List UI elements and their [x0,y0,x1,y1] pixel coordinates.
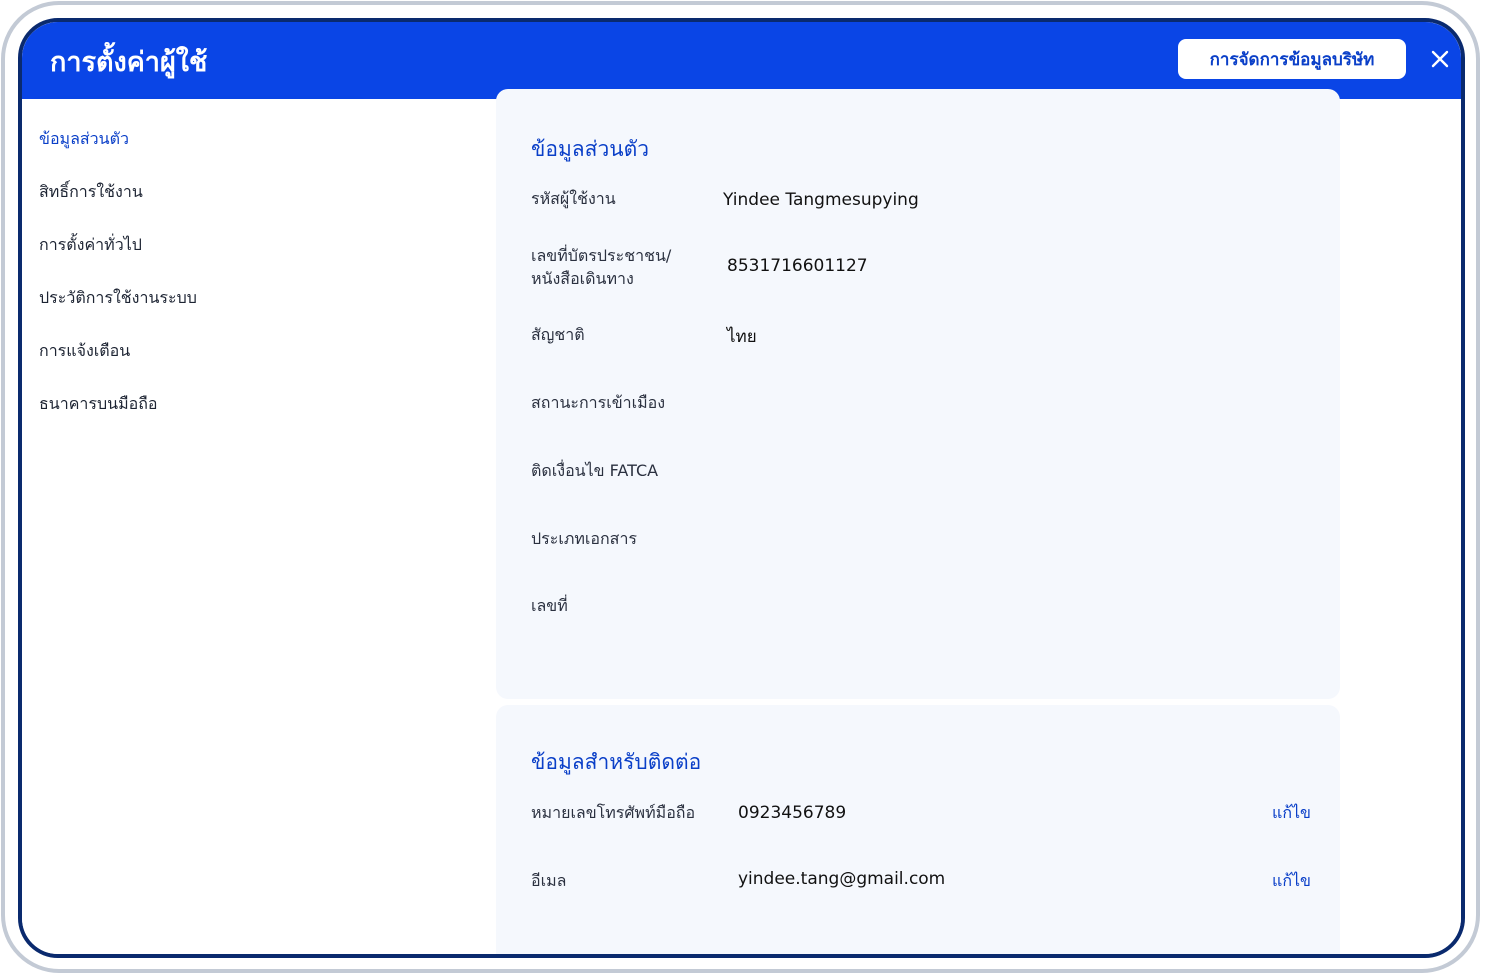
nationality-value: ไทย [727,327,757,347]
sidebar-item-notifications[interactable]: การแจ้งเตือน [39,339,130,364]
main-content: ข้อมูลส่วนตัว รหัสผู้ใช้งาน Yindee Tangm… [362,89,1461,954]
id-card-label: เลขที่บัตรประชาชน/ หนังสือเดินทาง [531,244,671,290]
user-id-label: รหัสผู้ใช้งาน [531,189,616,208]
edit-email-link[interactable]: แก้ไข [1272,869,1311,894]
document-type-label: ประเภทเอกสาร [531,529,638,548]
sidebar: ข้อมูลส่วนตัว สิทธิ์การใช้งาน การตั้งค่า… [22,99,362,954]
sidebar-item-mobile-banking[interactable]: ธนาคารบนมือถือ [39,392,158,417]
contact-info-title: ข้อมูลสำหรับติดต่อ [531,750,702,774]
personal-info-title: ข้อมูลส่วนตัว [531,137,650,161]
close-icon [1431,50,1449,68]
sidebar-item-general-settings[interactable]: การตั้งค่าทั่วไป [39,233,142,258]
id-card-value: 8531716601127 [727,256,868,276]
email-label: อีเมล [531,871,567,890]
id-card-label-line2: หนังสือเดินทาง [531,269,634,288]
contact-info-card: ข้อมูลสำหรับติดต่อ หมายเลขโทรศัพท์มือถือ… [496,705,1340,954]
header-bar: การตั้งค่าผู้ใช้ การจัดการข้อมูลบริษัท [22,22,1461,99]
mobile-number-value: 0923456789 [738,803,847,823]
mobile-number-label: หมายเลขโทรศัพท์มือถือ [531,803,696,822]
user-settings-window: การตั้งค่าผู้ใช้ การจัดการข้อมูลบริษัท ข… [18,18,1465,958]
edit-mobile-link[interactable]: แก้ไข [1272,801,1311,826]
personal-info-card: ข้อมูลส่วนตัว รหัสผู้ใช้งาน Yindee Tangm… [496,89,1340,699]
immigration-status-label: สถานะการเข้าเมือง [531,393,666,412]
close-button[interactable] [1425,44,1455,74]
company-data-management-button[interactable]: การจัดการข้อมูลบริษัท [1178,39,1406,79]
sidebar-item-personal-info[interactable]: ข้อมูลส่วนตัว [39,127,129,152]
id-card-label-line1: เลขที่บัตรประชาชน/ [531,246,672,265]
email-value: yindee.tang@gmail.com [738,869,946,889]
sidebar-item-usage-history[interactable]: ประวัติการใช้งานระบบ [39,286,197,311]
nationality-label: สัญชาติ [531,325,585,344]
sidebar-item-permissions[interactable]: สิทธิ์การใช้งาน [39,180,143,205]
user-id-value: Yindee Tangmesupying [723,190,919,210]
fatca-label: ติดเงื่อนไข FATCA [531,461,659,480]
page-title: การตั้งค่าผู้ใช้ [50,47,208,78]
document-number-label: เลขที่ [531,596,568,615]
